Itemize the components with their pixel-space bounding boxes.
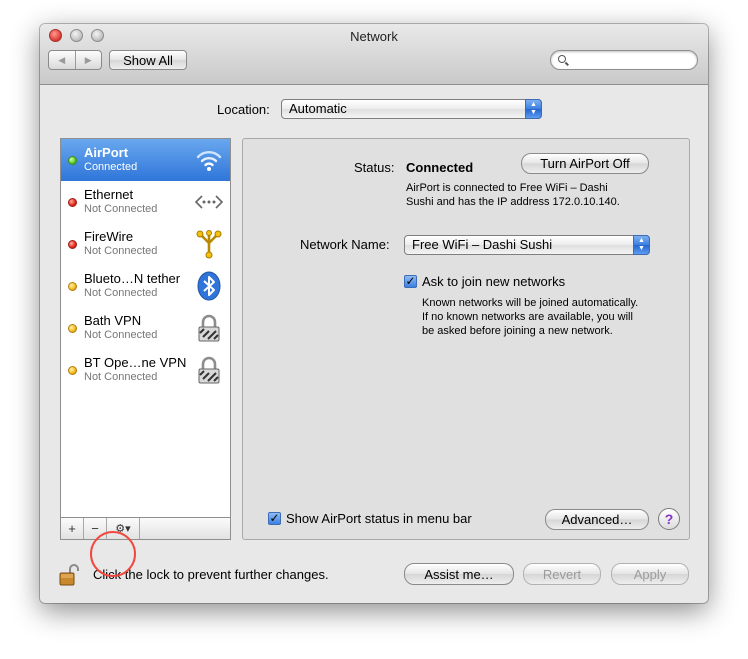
service-name: FireWire [84,229,134,244]
service-item[interactable]: Bath VPN Not Connected [61,307,230,349]
apply-button[interactable]: Apply [611,563,689,585]
search-icon [558,55,566,63]
status-dot-yellow-icon [68,324,77,333]
ask-join-description-line: be asked before joining a new network. [422,325,613,337]
show-status-menubar-label: Show AirPort status in menu bar [286,511,472,526]
firewire-icon [194,229,224,259]
search-field[interactable] [550,50,698,70]
ask-join-label: Ask to join new networks [422,274,566,289]
window-title: Network [350,29,398,44]
service-item[interactable]: AirPort Connected [61,139,230,181]
back-forward-control: ◀ ▶ [48,50,102,70]
status-description: AirPort is connected to Free WiFi – Dash… [406,181,620,209]
status-value: Connected [406,160,474,175]
status-label: Status: [354,160,395,175]
add-service-button[interactable]: + [61,518,84,539]
status-description-line: AirPort is connected to Free WiFi – Dash… [406,182,608,194]
show-status-menubar-checkbox[interactable]: ✓ [268,512,281,525]
status-dot-yellow-icon [68,366,77,375]
ethernet-icon [194,187,224,217]
ask-join-description-line: Known networks will be joined automatica… [422,297,639,309]
popup-arrows-icon: ▲ ▼ [525,99,542,119]
turn-airport-off-button[interactable]: Turn AirPort Off [521,153,649,174]
service-status: Not Connected [84,371,158,383]
ask-join-description-line: If no known networks are available, you … [422,311,633,323]
back-arrow-icon[interactable]: ◀ [49,51,75,69]
ask-join-description: Known networks will be joined automatica… [422,296,638,338]
service-item[interactable]: FireWire Not Connected [61,223,230,265]
service-status: Not Connected [84,245,158,257]
service-status: Not Connected [84,287,158,299]
network-preferences-window: Network ◀ ▶ Show All Location: Automatic… [40,24,708,603]
service-name: Bath VPN [84,313,142,328]
service-name: AirPort [84,145,129,160]
status-description-line: Sushi and has the IP address 172.0.10.14… [406,196,620,208]
service-name: Ethernet [84,187,134,202]
service-item[interactable]: Ethernet Not Connected [61,181,230,223]
forward-arrow-icon[interactable]: ▶ [74,51,102,69]
assist-me-button[interactable]: Assist me… [404,563,514,585]
highlight-circle-annotation [90,531,136,577]
vpn-lock-icon [194,355,224,385]
service-list-toolbar: + − ⚙▾ [60,518,231,540]
location-popup[interactable]: Automatic ▲ ▼ [281,99,542,119]
vpn-lock-icon [194,313,224,343]
location-label: Location: [217,102,270,117]
location-value: Automatic [289,101,347,116]
service-name: BT Ope…ne VPN [84,355,187,370]
service-status: Not Connected [84,203,158,215]
ask-join-checkbox[interactable]: ✓ [404,275,417,288]
network-name-popup[interactable]: Free WiFi – Dashi Sushi ▲ ▼ [404,235,650,255]
status-dot-red-icon [68,240,77,249]
status-dot-yellow-icon [68,282,77,291]
detail-panel: Status: Connected Turn AirPort Off AirPo… [242,138,690,540]
popup-arrows-icon: ▲ ▼ [633,235,650,255]
service-name: Blueto…N tether [84,271,181,286]
service-status: Connected [84,161,138,173]
title-bar: Network ◀ ▶ Show All [40,24,708,85]
service-item[interactable]: BT Ope…ne VPN Not Connected [61,349,230,391]
status-dot-red-icon [68,198,77,207]
network-name-value: Free WiFi – Dashi Sushi [412,237,553,252]
bluetooth-icon [194,271,224,301]
status-dot-green-icon [68,156,77,165]
search-input[interactable] [571,52,691,68]
lock-icon[interactable] [59,564,79,586]
network-name-label: Network Name: [300,237,390,252]
revert-button[interactable]: Revert [523,563,601,585]
show-all-button[interactable]: Show All [109,50,187,70]
service-list: AirPort Connected Ethernet Not Connected Fir… [60,138,231,518]
help-button[interactable]: ? [658,508,680,530]
service-item[interactable]: Blueto…N tether Not Connected [61,265,230,307]
wifi-icon [194,145,224,175]
advanced-button[interactable]: Advanced… [545,509,649,530]
service-status: Not Connected [84,329,158,341]
